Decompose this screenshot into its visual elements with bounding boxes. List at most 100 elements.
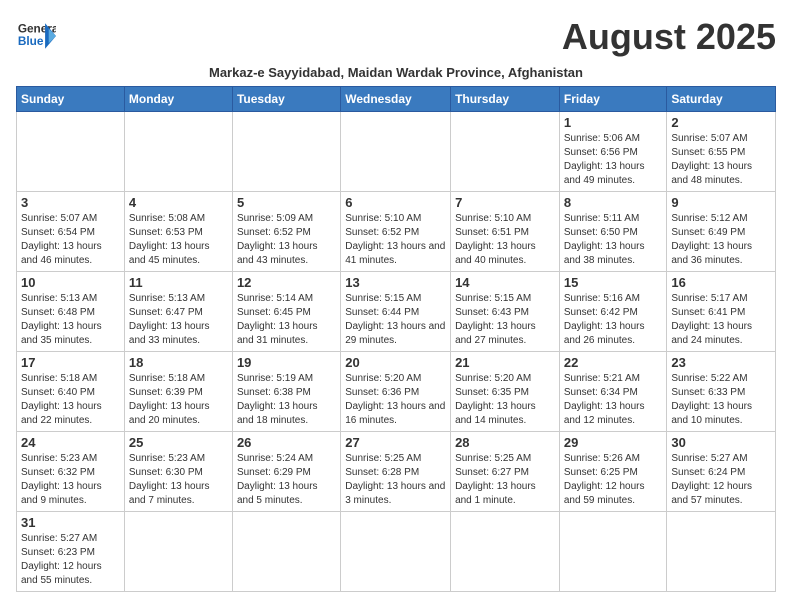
month-title: August 2025: [562, 16, 776, 58]
day-number: 15: [564, 275, 663, 290]
day-number: 27: [345, 435, 446, 450]
day-info: Sunrise: 5:23 AM Sunset: 6:30 PM Dayligh…: [129, 452, 228, 508]
day-number: 19: [237, 355, 336, 370]
day-info: Sunrise: 5:10 AM Sunset: 6:52 PM Dayligh…: [345, 212, 446, 268]
day-info: Sunrise: 5:18 AM Sunset: 6:39 PM Dayligh…: [129, 372, 228, 428]
day-number: 7: [455, 195, 555, 210]
calendar-cell: 16Sunrise: 5:17 AM Sunset: 6:41 PM Dayli…: [667, 272, 776, 352]
day-number: 31: [21, 515, 120, 530]
calendar-week-5: 24 Sunrise: 5:23 AM Sunset: 6:32 PM Dayli…: [17, 432, 776, 512]
day-info: Sunrise: 5:13 AM Sunset: 6:48 PM Dayligh…: [21, 292, 120, 348]
page-header: General Blue August 2025: [16, 16, 776, 61]
day-number: 5: [237, 195, 336, 210]
day-number: 11: [129, 275, 228, 290]
day-number: 3: [21, 195, 120, 210]
calendar-week-2: 3 Sunrise: 5:07 AM Sunset: 6:54 PM Daylig…: [17, 192, 776, 272]
logo: General Blue: [16, 16, 56, 61]
day-number: 24: [21, 435, 120, 450]
calendar-cell: 14Sunrise: 5:15 AM Sunset: 6:43 PM Dayli…: [451, 272, 560, 352]
calendar-cell: [124, 112, 232, 192]
day-number: 13: [345, 275, 446, 290]
weekday-header-monday: Monday: [124, 87, 232, 112]
calendar-cell: 27 Sunrise: 5:25 AM Sunset: 6:28 PM Dayli…: [341, 432, 451, 512]
day-info: Sunrise: 5:20 AM Sunset: 6:35 PM Dayligh…: [455, 372, 555, 428]
calendar-cell: 13 Sunrise: 5:15 AM Sunset: 6:44 PM Dayli…: [341, 272, 451, 352]
calendar-cell: 21 Sunrise: 5:20 AM Sunset: 6:35 PM Dayli…: [451, 352, 560, 432]
day-info: Sunrise: 5:18 AM Sunset: 6:40 PM Dayligh…: [21, 372, 120, 428]
day-number: 4: [129, 195, 228, 210]
day-number: 8: [564, 195, 663, 210]
day-number: 29: [564, 435, 663, 450]
day-info: Sunrise: 5:24 AM Sunset: 6:29 PM Dayligh…: [237, 452, 336, 508]
calendar-cell: [559, 512, 667, 592]
weekday-header-row: SundayMondayTuesdayWednesdayThursdayFrid…: [17, 87, 776, 112]
day-info: Sunrise: 5:23 AM Sunset: 6:32 PM Dayligh…: [21, 452, 120, 508]
day-number: 25: [129, 435, 228, 450]
calendar-cell: 25 Sunrise: 5:23 AM Sunset: 6:30 PM Dayli…: [124, 432, 232, 512]
calendar-cell: 1 Sunrise: 5:06 AM Sunset: 6:56 PM Daylig…: [559, 112, 667, 192]
weekday-header-saturday: Saturday: [667, 87, 776, 112]
weekday-header-friday: Friday: [559, 87, 667, 112]
calendar-cell: 31 Sunrise: 5:27 AM Sunset: 6:23 PM Dayli…: [17, 512, 125, 592]
day-info: Sunrise: 5:11 AM Sunset: 6:50 PM Dayligh…: [564, 212, 663, 268]
calendar-cell: 24 Sunrise: 5:23 AM Sunset: 6:32 PM Dayli…: [17, 432, 125, 512]
calendar-cell: 26Sunrise: 5:24 AM Sunset: 6:29 PM Dayli…: [232, 432, 340, 512]
calendar-week-3: 10 Sunrise: 5:13 AM Sunset: 6:48 PM Dayli…: [17, 272, 776, 352]
calendar-cell: [451, 512, 560, 592]
calendar-week-1: 1 Sunrise: 5:06 AM Sunset: 6:56 PM Daylig…: [17, 112, 776, 192]
calendar-cell: 28Sunrise: 5:25 AM Sunset: 6:27 PM Dayli…: [451, 432, 560, 512]
weekday-header-thursday: Thursday: [451, 87, 560, 112]
calendar-cell: [451, 112, 560, 192]
calendar-cell: 6 Sunrise: 5:10 AM Sunset: 6:52 PM Daylig…: [341, 192, 451, 272]
calendar-cell: 17Sunrise: 5:18 AM Sunset: 6:40 PM Dayli…: [17, 352, 125, 432]
day-info: Sunrise: 5:19 AM Sunset: 6:38 PM Dayligh…: [237, 372, 336, 428]
day-info: Sunrise: 5:20 AM Sunset: 6:36 PM Dayligh…: [345, 372, 446, 428]
calendar-cell: [232, 512, 340, 592]
day-number: 21: [455, 355, 555, 370]
calendar-cell: 10 Sunrise: 5:13 AM Sunset: 6:48 PM Dayli…: [17, 272, 125, 352]
calendar-cell: 8 Sunrise: 5:11 AM Sunset: 6:50 PM Daylig…: [559, 192, 667, 272]
day-info: Sunrise: 5:10 AM Sunset: 6:51 PM Dayligh…: [455, 212, 555, 268]
calendar-cell: 19 Sunrise: 5:19 AM Sunset: 6:38 PM Dayli…: [232, 352, 340, 432]
day-info: Sunrise: 5:25 AM Sunset: 6:28 PM Dayligh…: [345, 452, 446, 508]
day-info: Sunrise: 5:26 AM Sunset: 6:25 PM Dayligh…: [564, 452, 663, 508]
calendar-table: SundayMondayTuesdayWednesdayThursdayFrid…: [16, 86, 776, 592]
day-number: 14: [455, 275, 555, 290]
calendar-cell: 2 Sunrise: 5:07 AM Sunset: 6:55 PM Daylig…: [667, 112, 776, 192]
day-info: Sunrise: 5:06 AM Sunset: 6:56 PM Dayligh…: [564, 132, 663, 188]
day-number: 2: [671, 115, 771, 130]
calendar-cell: 23 Sunrise: 5:22 AM Sunset: 6:33 PM Dayli…: [667, 352, 776, 432]
calendar-cell: 30Sunrise: 5:27 AM Sunset: 6:24 PM Dayli…: [667, 432, 776, 512]
day-info: Sunrise: 5:07 AM Sunset: 6:54 PM Dayligh…: [21, 212, 120, 268]
day-info: Sunrise: 5:22 AM Sunset: 6:33 PM Dayligh…: [671, 372, 771, 428]
day-info: Sunrise: 5:09 AM Sunset: 6:52 PM Dayligh…: [237, 212, 336, 268]
calendar-cell: 18Sunrise: 5:18 AM Sunset: 6:39 PM Dayli…: [124, 352, 232, 432]
day-number: 20: [345, 355, 446, 370]
day-number: 9: [671, 195, 771, 210]
day-info: Sunrise: 5:15 AM Sunset: 6:44 PM Dayligh…: [345, 292, 446, 348]
calendar-cell: 12 Sunrise: 5:14 AM Sunset: 6:45 PM Dayli…: [232, 272, 340, 352]
day-info: Sunrise: 5:07 AM Sunset: 6:55 PM Dayligh…: [671, 132, 771, 188]
calendar-cell: [341, 512, 451, 592]
day-info: Sunrise: 5:27 AM Sunset: 6:23 PM Dayligh…: [21, 532, 120, 588]
calendar-subtitle: Markaz-e Sayyidabad, Maidan Wardak Provi…: [16, 65, 776, 80]
day-number: 1: [564, 115, 663, 130]
day-number: 10: [21, 275, 120, 290]
day-info: Sunrise: 5:08 AM Sunset: 6:53 PM Dayligh…: [129, 212, 228, 268]
calendar-cell: 11 Sunrise: 5:13 AM Sunset: 6:47 PM Dayli…: [124, 272, 232, 352]
day-info: Sunrise: 5:17 AM Sunset: 6:41 PM Dayligh…: [671, 292, 771, 348]
svg-text:Blue: Blue: [18, 34, 44, 48]
day-info: Sunrise: 5:14 AM Sunset: 6:45 PM Dayligh…: [237, 292, 336, 348]
logo-icon: General Blue: [16, 16, 56, 61]
weekday-header-sunday: Sunday: [17, 87, 125, 112]
day-number: 12: [237, 275, 336, 290]
day-info: Sunrise: 5:16 AM Sunset: 6:42 PM Dayligh…: [564, 292, 663, 348]
day-info: Sunrise: 5:13 AM Sunset: 6:47 PM Dayligh…: [129, 292, 228, 348]
calendar-cell: 5 Sunrise: 5:09 AM Sunset: 6:52 PM Daylig…: [232, 192, 340, 272]
calendar-week-6: 31 Sunrise: 5:27 AM Sunset: 6:23 PM Dayli…: [17, 512, 776, 592]
weekday-header-tuesday: Tuesday: [232, 87, 340, 112]
calendar-week-4: 17Sunrise: 5:18 AM Sunset: 6:40 PM Dayli…: [17, 352, 776, 432]
day-number: 23: [671, 355, 771, 370]
day-number: 6: [345, 195, 446, 210]
calendar-cell: 7 Sunrise: 5:10 AM Sunset: 6:51 PM Daylig…: [451, 192, 560, 272]
